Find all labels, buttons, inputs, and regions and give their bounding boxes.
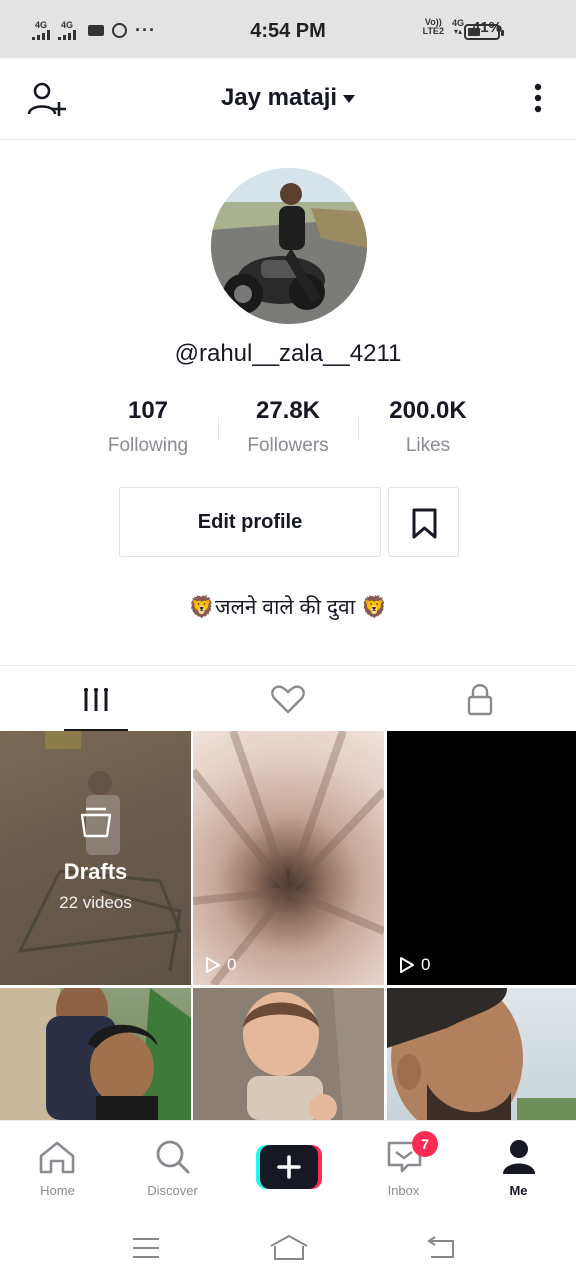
username: @rahul__zala__4211 bbox=[174, 340, 402, 367]
grid-icon bbox=[84, 688, 108, 711]
profile-header: Jay mataji bbox=[0, 58, 576, 140]
nav-label: Discover bbox=[147, 1183, 198, 1198]
video-thumbnail[interactable] bbox=[0, 988, 191, 1120]
home-icon bbox=[39, 1141, 75, 1174]
likes-label: Likes bbox=[405, 435, 451, 456]
drafts-count: 22 videos bbox=[59, 893, 132, 912]
create-video-button[interactable] bbox=[256, 1145, 322, 1189]
play-icon bbox=[400, 957, 414, 973]
video-thumbnail[interactable] bbox=[193, 988, 384, 1120]
system-navigation-bar bbox=[0, 1212, 576, 1280]
more-vertical-icon[interactable] bbox=[528, 82, 548, 118]
heart-icon bbox=[271, 685, 305, 714]
stat-likes[interactable]: 200.0K Likes bbox=[353, 397, 503, 457]
followers-label: Followers bbox=[247, 435, 329, 456]
account-switcher[interactable]: Jay mataji bbox=[0, 84, 576, 112]
bookmark-icon bbox=[412, 508, 437, 539]
video-thumbnail[interactable] bbox=[387, 988, 576, 1120]
stat-followers[interactable]: 27.8K Followers bbox=[213, 397, 363, 457]
following-label: Following bbox=[107, 435, 189, 456]
video-views: 0 bbox=[399, 955, 430, 975]
status-bar: 4G 4G ··· 4:54 PM Vo)) LTE2 4G ▾▴ 41% bbox=[0, 0, 576, 58]
lock-icon bbox=[467, 684, 493, 716]
back-icon[interactable] bbox=[425, 1235, 457, 1261]
bio-text: 🦁जलने वाले की दुवा 🦁 bbox=[188, 596, 388, 619]
avatar[interactable] bbox=[211, 168, 367, 324]
following-count: 107 bbox=[127, 397, 169, 424]
search-icon bbox=[156, 1140, 190, 1174]
favorites-button[interactable] bbox=[388, 487, 459, 557]
bottom-navigation: Home Discover Inbox 7 Me bbox=[0, 1120, 576, 1212]
content-tabs bbox=[0, 665, 576, 732]
nav-label: Home bbox=[40, 1183, 75, 1198]
likes-count: 200.0K bbox=[389, 397, 467, 424]
nav-label: Inbox bbox=[387, 1183, 420, 1198]
drafts-title: Drafts bbox=[63, 859, 128, 884]
menu-icon[interactable] bbox=[131, 1236, 161, 1260]
nav-inbox[interactable]: Inbox bbox=[346, 1121, 461, 1213]
view-count: 0 bbox=[421, 955, 431, 974]
network-type-icon: 4G ▾▴ bbox=[451, 17, 464, 36]
tab-private[interactable] bbox=[384, 666, 576, 732]
video-thumbnail[interactable]: 0 bbox=[387, 731, 576, 985]
volte-indicator: Vo)) LTE2 bbox=[422, 17, 444, 37]
nav-home[interactable]: Home bbox=[0, 1121, 115, 1213]
stat-following[interactable]: 107 Following bbox=[73, 397, 223, 457]
drafts-icon bbox=[80, 807, 112, 838]
edit-profile-button[interactable]: Edit profile bbox=[119, 487, 381, 557]
drafts-tile[interactable]: Drafts 22 videos bbox=[0, 731, 191, 985]
inbox-badge: 7 bbox=[412, 1131, 438, 1157]
home-button-icon[interactable] bbox=[269, 1234, 309, 1262]
nav-discover[interactable]: Discover bbox=[115, 1121, 230, 1213]
play-icon bbox=[206, 957, 220, 973]
video-thumbnail[interactable]: 0 bbox=[193, 731, 384, 985]
tab-videos[interactable] bbox=[0, 666, 192, 732]
view-count: 0 bbox=[227, 955, 237, 974]
account-name: Jay mataji bbox=[220, 84, 338, 111]
video-views: 0 bbox=[205, 955, 236, 975]
nav-label: Me bbox=[509, 1183, 528, 1198]
battery-icon bbox=[464, 24, 504, 40]
person-icon bbox=[503, 1140, 535, 1174]
plus-icon bbox=[256, 1145, 322, 1189]
tab-liked[interactable] bbox=[192, 666, 384, 732]
nav-me[interactable]: Me bbox=[461, 1121, 576, 1213]
followers-count: 27.8K bbox=[255, 397, 321, 424]
chevron-down-icon bbox=[343, 94, 356, 103]
